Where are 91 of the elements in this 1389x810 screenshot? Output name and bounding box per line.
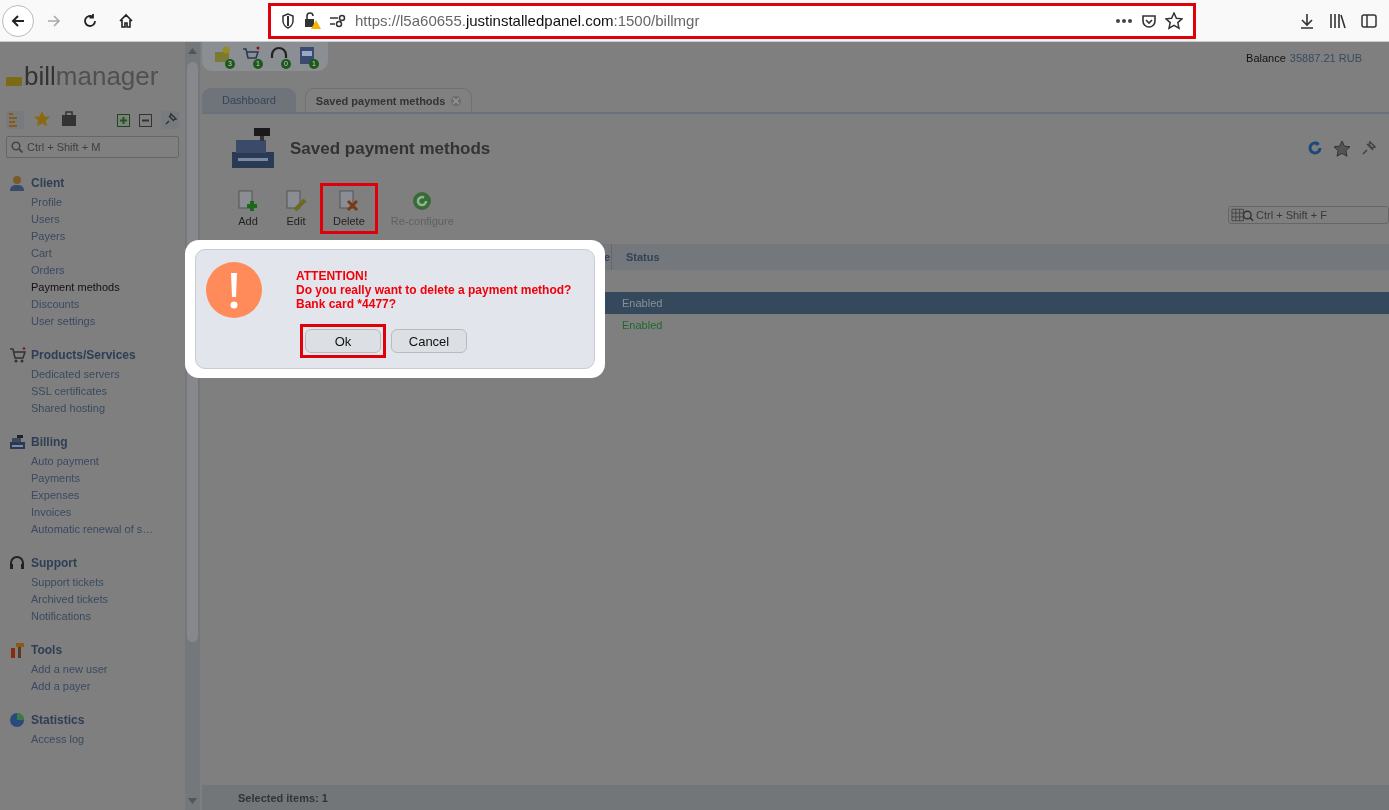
filter-field[interactable]: Ctrl + Shift + F xyxy=(1228,206,1389,224)
sidebar-link[interactable]: Invoices xyxy=(31,504,185,521)
pie-chart-icon xyxy=(9,711,26,729)
sidebar-link[interactable]: Access log xyxy=(31,731,185,748)
forward-arrow-icon xyxy=(46,12,62,29)
balance-label: Balance xyxy=(1246,52,1286,64)
star-icon[interactable] xyxy=(33,110,51,128)
tab[interactable]: Saved payment methods xyxy=(304,88,473,112)
collapse-all-icon[interactable] xyxy=(139,113,152,127)
shield-icon xyxy=(281,12,295,29)
sidebar-link[interactable]: Users xyxy=(31,211,185,228)
column-header[interactable]: Status xyxy=(612,244,674,270)
person-icon xyxy=(9,174,26,192)
lock-warning-icon xyxy=(303,11,321,30)
pocket-icon[interactable] xyxy=(1141,12,1157,29)
sidebar-icon[interactable] xyxy=(1361,12,1377,29)
dialog-message: Bank card *4477? xyxy=(296,297,398,311)
star-icon[interactable] xyxy=(1165,11,1183,30)
address-bar[interactable]: https://l5a60655.justinstalledpanel.com:1500/billmgr xyxy=(268,2,1196,39)
sidebar-link[interactable]: Dedicated servers xyxy=(31,366,185,383)
sidebar-link[interactable]: Add a payer xyxy=(31,678,185,695)
sidebar-link[interactable]: Add a new user xyxy=(31,661,185,678)
library-icon[interactable] xyxy=(1329,12,1347,29)
headset-icon xyxy=(9,554,26,572)
permissions-icon xyxy=(329,13,347,28)
dialog-button[interactable]: Cancel xyxy=(391,329,467,353)
briefcase-icon[interactable] xyxy=(60,110,78,128)
scroll-down-icon xyxy=(188,798,197,804)
sidebar-link[interactable]: User settings xyxy=(31,313,185,330)
table-search-icon xyxy=(1231,208,1254,222)
section-heading[interactable]: Support xyxy=(31,556,77,570)
section-heading[interactable]: Client xyxy=(31,176,65,190)
sidebar-link[interactable]: Cart xyxy=(31,245,185,262)
page-title: Saved payment methods xyxy=(290,139,492,159)
section-heading[interactable]: Tools xyxy=(31,643,63,657)
close-icon[interactable] xyxy=(453,97,460,104)
sidebar-link[interactable]: Shared hosting xyxy=(31,400,185,417)
pin-icon[interactable] xyxy=(161,111,179,129)
search-icon xyxy=(11,141,23,153)
sidebar-link[interactable]: Discounts xyxy=(31,296,185,313)
sidebar-link[interactable]: SSL certificates xyxy=(31,383,185,400)
status-cell: Enabled xyxy=(622,319,663,331)
sidebar-link[interactable]: Payments xyxy=(31,470,185,487)
refresh-icon xyxy=(411,190,434,212)
toolbar-button[interactable]: Delete xyxy=(320,183,378,234)
star-icon[interactable] xyxy=(1333,140,1351,158)
status-cell: Enabled xyxy=(622,297,663,309)
balance-value: 35887.21 RUB xyxy=(1289,52,1362,64)
search-input[interactable]: Ctrl + Shift + M xyxy=(27,141,167,153)
expand-all-icon[interactable] xyxy=(117,113,130,127)
logo-mark-icon xyxy=(6,76,22,86)
back-arrow-icon xyxy=(10,12,26,29)
back-button[interactable] xyxy=(2,4,34,37)
sidebar-link[interactable]: Payment methods xyxy=(31,279,185,296)
sidebar-link[interactable]: Payers xyxy=(31,228,185,245)
section-heading[interactable]: Billing xyxy=(31,435,68,449)
section-heading[interactable]: Products/Services xyxy=(31,348,136,362)
cart-icon xyxy=(9,346,26,364)
toolbar-button[interactable]: Edit xyxy=(272,183,320,234)
sidebar-link[interactable]: Automatic renewal of s… xyxy=(31,521,185,538)
selected-count: Selected items: 1 xyxy=(238,791,328,804)
delete-document-icon xyxy=(337,190,360,212)
filter-input[interactable]: Ctrl + Shift + F xyxy=(1256,209,1386,221)
envelope-icon xyxy=(214,46,232,64)
refresh-icon[interactable] xyxy=(1307,140,1323,156)
toolbar-button[interactable]: Add xyxy=(224,183,272,234)
warning-icon xyxy=(206,262,262,318)
sidebar-link[interactable]: Auto payment xyxy=(31,453,185,470)
reload-icon xyxy=(82,12,98,29)
sidebar-search-field[interactable]: Ctrl + Shift + M xyxy=(6,136,179,158)
more-dots-icon[interactable] xyxy=(1115,17,1133,24)
pin-icon[interactable] xyxy=(1361,140,1377,156)
sidebar-link[interactable]: Archived tickets xyxy=(31,591,185,608)
scroll-up-icon xyxy=(188,48,197,54)
sidebar-link[interactable]: Notifications xyxy=(31,608,185,625)
cash-register-icon xyxy=(9,433,26,451)
tools-icon xyxy=(9,641,26,659)
dialog-message: ATTENTION! xyxy=(296,269,369,283)
edit-document-icon xyxy=(285,190,307,212)
sidebar-link[interactable]: Expenses xyxy=(31,487,185,504)
section-heading[interactable]: Statistics xyxy=(31,713,85,727)
dialog-button[interactable]: Ok xyxy=(305,329,381,353)
tab[interactable]: Dashboard xyxy=(202,88,296,112)
add-document-icon xyxy=(237,190,259,212)
url-text: https://l5a60655.justinstalledpanel.com:1500/billmgr xyxy=(355,12,701,29)
sidebar-link[interactable]: Support tickets xyxy=(31,574,185,591)
sidebar-link[interactable]: Profile xyxy=(31,194,185,211)
document-icon xyxy=(298,46,316,64)
download-icon[interactable] xyxy=(1299,12,1315,29)
sidebar-link[interactable]: Orders xyxy=(31,262,185,279)
home-icon xyxy=(118,12,134,29)
